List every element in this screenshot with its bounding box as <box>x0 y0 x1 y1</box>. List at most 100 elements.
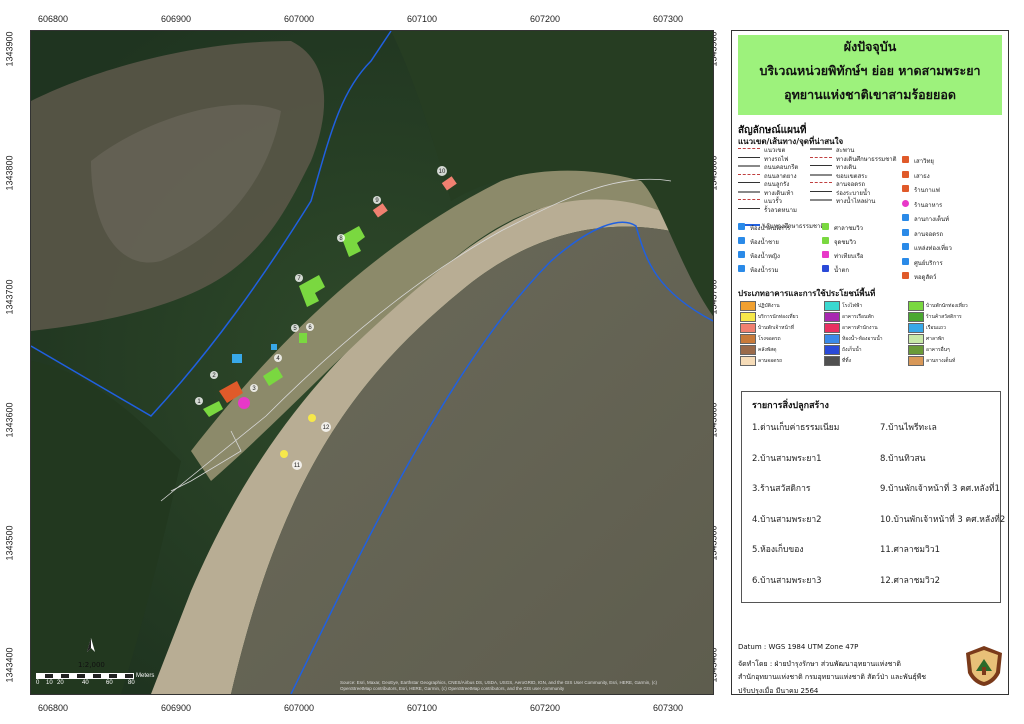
landuse-swatch <box>740 345 756 355</box>
landuse-swatch <box>824 345 840 355</box>
poi-legend-icon <box>902 199 909 207</box>
line-legend-symbol <box>810 173 832 176</box>
poi-legend-icon <box>902 156 909 163</box>
map-label-10: 10 <box>439 169 446 175</box>
scale-tick-0: 0 <box>36 680 40 686</box>
viewpoint-11[interactable] <box>280 450 288 458</box>
landuse-label: ลานจอดรถ <box>758 358 783 364</box>
coord-top-5: 607200 <box>530 14 561 24</box>
info-center-icon[interactable] <box>238 397 250 409</box>
scale-unit: Meters <box>136 673 155 679</box>
scale-bar <box>36 673 134 679</box>
coord-left-5: 1343500 <box>4 525 15 561</box>
building-list-item: 4.บ้านสามพระยา2 <box>752 514 822 525</box>
scale-tick-40: 40 <box>82 680 89 686</box>
landuse-swatch <box>824 301 840 311</box>
landuse-label: คลังพัสดุ <box>758 347 777 353</box>
scale-tick-10: 10 <box>46 680 53 686</box>
poi-legend-label: ท่าเทียบเรือ <box>834 254 864 260</box>
landuse-label: ศาลาพัก <box>926 336 945 342</box>
poi-legend-icon <box>902 243 909 250</box>
scale-tick-20: 20 <box>57 680 64 686</box>
department-logo <box>966 646 1002 686</box>
poi-legend-icon <box>822 237 829 244</box>
scale-tick-80: 80 <box>128 680 135 686</box>
landuse-label: ห้องน้ำ-ห้องอาบน้ำ <box>842 336 883 342</box>
building-3[interactable] <box>232 354 242 363</box>
coord-bottom-1: 606800 <box>38 703 69 713</box>
line-legend-symbol <box>738 199 760 200</box>
line-legend-symbol <box>738 173 760 175</box>
line-legend-label: รั้วลวดหนาม <box>764 207 797 214</box>
landuse-label: เรือนแถว <box>926 325 946 331</box>
line-legend-symbol <box>738 182 760 183</box>
poi-legend-label: ร้านอาหาร <box>914 202 943 209</box>
made-by-text: จัดทำโดย : ฝ่ายบำรุงรักษา ส่วนพัฒนาอุทยา… <box>738 660 901 668</box>
coord-top-6: 607300 <box>653 14 684 24</box>
poi-legend-icon <box>738 251 745 258</box>
line-legend-symbol <box>738 207 760 209</box>
title-box: ผังปัจจุบัน บริเวณหน่วยพิทักษ์ฯ ย่อย หาด… <box>738 35 1002 115</box>
poi-legend-label: จุดชมวิว <box>834 240 857 246</box>
landuse-swatch <box>740 334 756 344</box>
attribution-2: OpenStreetMap contributors, Esri, HERE, … <box>340 686 565 691</box>
landuse-label: โรงจอดรถ <box>758 336 781 342</box>
attribution-1: Source: Esri, Maxar, GeoEye, Earthstar G… <box>340 680 658 685</box>
landuse-swatch <box>824 312 840 322</box>
map-label-11: 11 <box>294 463 301 469</box>
landuse-swatch <box>908 312 924 322</box>
poi-legend-icon <box>902 214 909 221</box>
landuse-swatch <box>740 301 756 311</box>
scale-tick-60: 60 <box>106 680 113 686</box>
building-list-item: 7.บ้านไพรีทะเล <box>880 423 937 433</box>
landuse-heading: ประเภทอาคารและการใช้ประโยชน์พื้นที่ <box>738 289 876 298</box>
buildings-heading: รายการสิ่งปลูกสร้าง <box>752 401 829 411</box>
building-list-item: 6.บ้านสามพระยา3 <box>752 575 822 586</box>
map-frame[interactable]: 2 1 4 3 5 6 7 8 9 10 11 12 <box>30 30 714 695</box>
landuse-label: ที่ทิ้ง <box>842 358 852 364</box>
coord-left-1: 1343900 <box>4 31 15 67</box>
poi-legend-label: ห้องน้ำรวม <box>750 268 779 274</box>
coord-bottom-6: 607300 <box>653 703 684 713</box>
line-legend-symbol <box>810 156 832 158</box>
building-list-item: 2.บ้านสามพระยา1 <box>752 453 822 464</box>
landuse-swatch <box>740 356 756 366</box>
title-line-3: อุทยานแห่งชาติเขาสามร้อยยอด <box>784 87 956 102</box>
line-legend-symbol <box>810 190 832 192</box>
landuse-swatch <box>740 323 756 333</box>
line-legend-symbol <box>810 165 832 166</box>
landuse-swatch <box>908 323 924 333</box>
line-legend-symbol <box>738 148 760 149</box>
coord-bottom-4: 607100 <box>407 703 438 713</box>
poi-legend-icon <box>902 257 909 265</box>
landuse-label: อาคารเรือนพัก <box>842 314 874 320</box>
title-line-2: บริเวณหน่วยพิทักษ์ฯ ย่อย หาดสามพระยา <box>759 63 981 78</box>
poi-legend-icon <box>902 228 909 236</box>
map-canvas[interactable]: 2 1 4 3 5 6 7 8 9 10 11 12 <box>31 31 713 694</box>
datum-text: Datum : WGS 1984 UTM Zone 47P <box>738 643 859 651</box>
coord-bottom-3: 607000 <box>284 703 315 713</box>
building-5[interactable] <box>271 344 277 350</box>
updated-text: ปรับปรุงเมื่อ มีนาคม 2564 <box>738 687 819 695</box>
landuse-swatch <box>824 356 840 366</box>
building-list-item: 12.ศาลาชมวิว2 <box>880 575 940 586</box>
poi-legend-icon <box>902 170 909 178</box>
building-6[interactable] <box>299 333 307 343</box>
line-legend-symbol <box>738 165 760 167</box>
landuse-label: อาคารสำนักงาน <box>842 325 878 331</box>
line-legend-symbol <box>810 148 832 150</box>
poi-legend-label: ห้องน้ำชาย <box>750 240 779 246</box>
line-legend-label: ทางน้ำไหลผ่าน <box>836 199 876 205</box>
legend-panel: ผังปัจจุบัน บริเวณหน่วยพิทักษ์ฯ ย่อย หาด… <box>731 30 1009 695</box>
landuse-label: อาคารอื่นๆ <box>926 347 950 353</box>
landuse-label: บ้านพักเจ้าหน้าที่ <box>758 325 794 331</box>
line-legend-symbol <box>810 199 832 201</box>
building-list-item: 8.บ้านทิวสน <box>880 453 926 464</box>
poi-legend-label: เสาธง <box>914 173 930 180</box>
landuse-label: โรงไฟฟ้า <box>842 303 863 309</box>
landuse-swatch <box>908 345 924 355</box>
viewpoint-12[interactable] <box>308 414 316 422</box>
poi-legend-icon <box>822 251 829 258</box>
map-label-12: 12 <box>323 425 330 431</box>
building-list-item: 5.ห้องเก็บของ <box>752 545 804 555</box>
